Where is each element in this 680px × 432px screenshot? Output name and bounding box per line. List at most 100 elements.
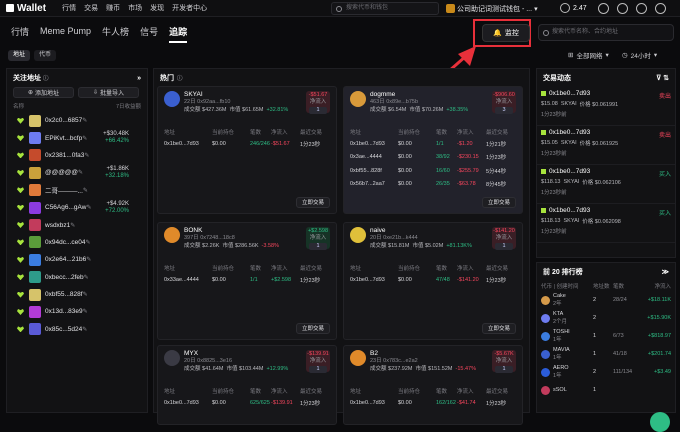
trade-item[interactable]: 0x1be0...7d93 卖出 $15.08 SKYAI 价格 $0.061991 1分… xyxy=(537,87,675,126)
chat-icon[interactable] xyxy=(650,412,670,432)
rank-row[interactable]: sSOL 1 xyxy=(537,381,675,399)
table-row[interactable]: 0xbf55...828f $0.00 16/60 -$255.79 5分44秒 xyxy=(350,164,516,178)
token-card[interactable]: BONK 397日 0x7248...18c8 成交额 $2.26K 市值 $286.… xyxy=(157,222,337,340)
quick-trade-button[interactable]: 立即交易 xyxy=(481,323,516,334)
heart-icon[interactable] xyxy=(17,135,24,142)
col-header: 笔数 xyxy=(436,130,448,136)
heart-icon[interactable] xyxy=(17,274,24,281)
token-stats: 成交额 $2.26K 市值 $286.56K -3.58% xyxy=(184,242,279,250)
token-card[interactable]: dogmme 463日 0x89e...b75b 成交额 $6.54M 市值 $70.… xyxy=(343,86,523,214)
token-search-input[interactable]: 搜索代币名称、合约地址 xyxy=(538,24,674,41)
tx-count: 47/48 xyxy=(436,276,450,283)
network-select[interactable]: ⊞ 全部网络 ▾ xyxy=(568,50,609,60)
token-card[interactable]: SKYAI 22日 0x92aa...fb10 成交额 $427.36M 市值 $61… xyxy=(157,86,337,214)
table-row[interactable]: 0x56b7...2aa7 $0.00 26/35 -$63.78 8分45秒 xyxy=(350,178,516,192)
heart-icon[interactable] xyxy=(17,152,24,159)
wallet-mark-icon xyxy=(541,130,546,135)
table-row[interactable]: 0x33ae...4444 $0.00 1/1 +$2.598 1分23秒 xyxy=(164,273,330,287)
rank-row[interactable]: AERO 1年 2 111/134 +$3.49 xyxy=(537,363,675,381)
edit-icon[interactable]: ✎ xyxy=(83,291,88,298)
table-row[interactable]: 0x3ae...4444 $0.00 38/92 -$230.15 1分23秒 xyxy=(350,151,516,165)
watch-row[interactable]: EPiKvt...bcfp ✎ +$30.48K +66.42% xyxy=(7,129,147,146)
table-row[interactable]: 0x1be0...7d93 $0.00 1/1 -$1.20 1分21秒 xyxy=(350,137,516,151)
token-card[interactable]: MYX 20日 0x8825...3e16 成交额 $41.64M 市值 $103.4… xyxy=(157,345,337,425)
token-meta: 22日 0x92aa...fb10 xyxy=(184,99,231,105)
watch-row[interactable]: 0xbecc...2feb ✎ xyxy=(7,269,147,286)
wallet-mark-icon xyxy=(541,169,546,174)
trade-side: 买入 xyxy=(658,211,671,217)
watch-row[interactable]: 0xbf55...828f ✎ xyxy=(7,286,147,303)
edit-icon[interactable]: ✎ xyxy=(84,274,89,281)
rank-row[interactable]: MAVIA 1年 1 41/18 +$201.74 xyxy=(537,345,675,363)
tx-count: 1/1 xyxy=(436,140,444,147)
trade-item[interactable]: 0x1be0...7d93 买入 $118.13 SKYAI 价格 $0.062098 1… xyxy=(537,204,675,243)
trade-item[interactable]: 0x1be0...7d93 卖出 $15.05 SKYAI 价格 $0.061925 1分… xyxy=(537,126,675,165)
range-select[interactable]: ◷ 24小时 ▾ xyxy=(622,50,657,60)
rank-row[interactable]: TOSHI 1年 1 6/73 +$818.97 xyxy=(537,327,675,345)
tx-count: 111/134 xyxy=(613,369,633,375)
heart-icon[interactable] xyxy=(17,291,24,298)
netflow: +$3.49 xyxy=(654,369,671,375)
trade-side: 卖出 xyxy=(658,94,671,100)
edit-icon[interactable]: ✎ xyxy=(86,256,91,263)
watch-row[interactable]: 二哥———... ✎ xyxy=(7,182,147,199)
edit-icon[interactable]: ✎ xyxy=(78,169,83,176)
heart-icon[interactable] xyxy=(17,187,24,194)
edit-icon[interactable]: ✎ xyxy=(83,308,88,315)
heart-icon[interactable] xyxy=(17,256,24,263)
trade-price: 价格 $0.061925 xyxy=(579,141,619,147)
edit-icon[interactable]: ✎ xyxy=(82,326,87,333)
pill-address[interactable]: 地址 xyxy=(8,50,31,61)
heart-icon[interactable] xyxy=(17,222,24,229)
table-row[interactable]: 0x1be0...7d93 $0.00 246/246 -$51.67 1分23秒 xyxy=(164,137,330,151)
chevron-down-icon[interactable]: ≫ xyxy=(662,268,669,276)
filter-icon[interactable]: ⊽ ⇅ xyxy=(656,74,669,82)
watch-row[interactable]: 0x85c...5d24 ✎ xyxy=(7,321,147,338)
table-row[interactable]: 0x1be0...7d93 $0.00 625/625 -$139.91 1分23秒 xyxy=(164,396,330,410)
rank-row[interactable]: KTA 2个月 2 +$15.90K xyxy=(537,309,675,327)
collapse-icon[interactable]: » xyxy=(137,75,141,82)
quick-trade-button[interactable]: 立即交易 xyxy=(481,197,516,208)
add-address-button[interactable]: ⊕ 添加地址 xyxy=(13,87,74,98)
watch-row[interactable]: wsdxbz1 ✎ xyxy=(7,216,147,233)
trade-item[interactable]: 0x1be0...7d93 买入 $118.13 SKYAI 价格 $0.062106 1… xyxy=(537,165,675,204)
tx-count: 38/92 xyxy=(436,154,450,161)
edit-icon[interactable]: ✎ xyxy=(83,187,88,194)
watch-row[interactable]: 0x2e64...21b6 ✎ xyxy=(7,251,147,268)
watch-row[interactable]: 0x2c0...6857 ✎ xyxy=(7,112,147,129)
watch-row[interactable]: 0x2381...0fa3 ✎ xyxy=(7,147,147,164)
watch-row[interactable]: 0x94dc...ce04 ✎ xyxy=(7,234,147,251)
heart-icon[interactable] xyxy=(17,239,24,246)
avatar xyxy=(29,166,41,179)
pill-token[interactable]: 代币 xyxy=(34,50,57,61)
token-card[interactable]: naive 20日 0xe21b...k444 成交额 $15.81M 市值 $5.0… xyxy=(343,222,523,340)
edit-icon[interactable]: ✎ xyxy=(82,117,87,124)
table-row[interactable]: 0x1be0...7d93 $0.00 162/162 -$41.74 1分23秒 xyxy=(350,396,516,410)
trade-detail: $118.13 SKYAI 价格 $0.062098 xyxy=(541,217,671,225)
netflow-badge: -$51.67 净流入 1 xyxy=(306,91,330,114)
watch-row[interactable]: 0x13d...83e9 ✎ xyxy=(7,303,147,320)
quick-trade-button[interactable]: 立即交易 xyxy=(295,197,330,208)
batch-import-button[interactable]: ⇩ 批量导入 xyxy=(78,87,139,98)
heart-icon[interactable] xyxy=(17,117,24,124)
token-card[interactable]: B2 23日 0x783c...e2a2 成交额 $237.92M 市值 $151.5… xyxy=(343,345,523,425)
watch-row[interactable]: @@@@@ ✎ +$1.86K +32.18% xyxy=(7,164,147,181)
token-meta: 20日 0x8825...3e16 xyxy=(184,358,233,364)
rank-row[interactable]: Cake 2年 2 28/24 +$18.11K xyxy=(537,291,675,309)
edit-icon[interactable]: ✎ xyxy=(82,135,87,142)
edit-icon[interactable]: ✎ xyxy=(84,152,89,159)
trade-line: 0x1be0...7d93 xyxy=(541,129,671,136)
heart-icon[interactable] xyxy=(17,308,24,315)
quick-trade-button[interactable]: 立即交易 xyxy=(295,323,330,334)
edit-icon[interactable]: ✎ xyxy=(85,239,90,246)
netflow: +$818.97 xyxy=(647,333,671,339)
heart-icon[interactable] xyxy=(17,169,24,176)
table-row[interactable]: 0x1be0...7d93 $0.00 47/48 -$141.20 1分23秒 xyxy=(350,273,516,287)
watch-row[interactable]: C56Ag6...gAw ✎ +$4.92K +72.00% xyxy=(7,199,147,216)
chevron-down-icon: ▾ xyxy=(653,52,658,59)
edit-icon[interactable]: ✎ xyxy=(86,204,91,211)
heart-icon[interactable] xyxy=(17,326,24,333)
last-trade: 1分23秒 xyxy=(300,277,321,284)
edit-icon[interactable]: ✎ xyxy=(70,222,75,229)
heart-icon[interactable] xyxy=(17,204,24,211)
